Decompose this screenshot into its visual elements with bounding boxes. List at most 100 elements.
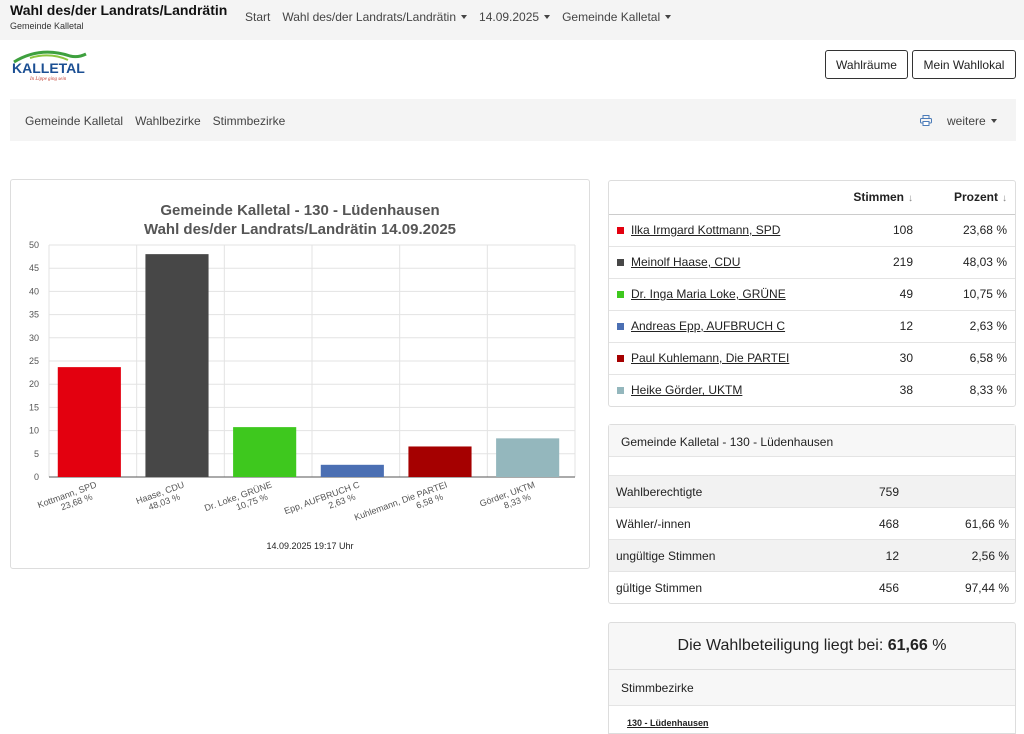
- party-color-swatch: [617, 291, 624, 298]
- col-prozent-label: Prozent: [953, 190, 998, 205]
- stats-title: Gemeinde Kalletal - 130 - Lüdenhausen: [609, 425, 1015, 457]
- x-tick-label: Kuhlemann, Die PARTEI6,58 %: [353, 479, 452, 531]
- swatch-cell: [609, 245, 631, 278]
- turnout-text: Die Wahlbeteiligung liegt bei:: [677, 637, 884, 654]
- candidate-link[interactable]: Paul Kuhlemann, Die PARTEI: [631, 351, 789, 365]
- party-color-swatch: [617, 227, 624, 234]
- votes-cell: 30: [811, 341, 921, 374]
- nav-date-dropdown[interactable]: 14.09.2025: [479, 10, 551, 24]
- nav-municipality-label: Gemeinde Kalletal: [562, 10, 661, 24]
- stats-row: Wahlberechtigte 759: [609, 475, 1015, 507]
- nav-election-dropdown[interactable]: Wahl des/der Landrats/Landrätin: [282, 10, 468, 24]
- printer-icon[interactable]: [920, 115, 932, 126]
- swatch-cell: [609, 341, 631, 374]
- pct-cell: 2,63 %: [921, 309, 1015, 342]
- results-table: Stimmen ↓ Prozent ↓ Ilka Irmgard Kottmann,…: [609, 181, 1015, 406]
- pct-cell: 10,75 %: [921, 277, 1015, 310]
- candidate-link[interactable]: Andreas Epp, AUFBRUCH C: [631, 319, 785, 333]
- votes-cell: 219: [811, 245, 921, 278]
- pct-cell: 8,33 %: [921, 373, 1015, 406]
- y-tick-label: 0: [34, 472, 39, 482]
- results-table-card: Stimmen ↓ Prozent ↓ Ilka Irmgard Kottmann,…: [608, 180, 1016, 407]
- turnout-value: 61,66: [887, 637, 928, 654]
- stats-pct: 97,44 %: [964, 580, 1009, 595]
- top-bar: Wahl des/der Landrats/Landrätin Gemeinde…: [0, 0, 1024, 40]
- table-row: Heike Görder, UKTM 38 8,33 %: [609, 373, 1015, 406]
- bar: [57, 367, 121, 477]
- table-row: Dr. Inga Maria Loke, GRÜNE 49 10,75 %: [609, 277, 1015, 310]
- votes-cell: 49: [811, 277, 921, 310]
- wahlraeume-button[interactable]: Wahlräume: [825, 50, 908, 79]
- weitere-label: weitere: [947, 114, 986, 128]
- stats-value: 12: [885, 548, 899, 563]
- bar: [320, 464, 384, 477]
- pct-cell: 23,68 %: [921, 213, 1015, 246]
- pct-cell: 48,03 %: [921, 245, 1015, 278]
- table-row: Meinolf Haase, CDU 219 48,03 %: [609, 245, 1015, 278]
- nav-start-label: Start: [245, 10, 271, 24]
- chart-title: Gemeinde Kalletal - 130 - Lüdenhausen: [160, 202, 439, 219]
- pct-cell: 6,58 %: [921, 341, 1015, 374]
- col-stimmen[interactable]: Stimmen ↓: [811, 181, 921, 215]
- table-row: Paul Kuhlemann, Die PARTEI 30 6,58 %: [609, 341, 1015, 374]
- stimmbezirk-link[interactable]: 130 - Lüdenhausen: [627, 718, 709, 728]
- y-tick-label: 40: [29, 286, 39, 296]
- col-prozent[interactable]: Prozent ↓: [921, 181, 1015, 215]
- top-nav: Start Wahl des/der Landrats/Landrätin 14…: [245, 10, 683, 24]
- nav-municipality-dropdown[interactable]: Gemeinde Kalletal: [562, 10, 672, 24]
- bar: [408, 446, 472, 477]
- sort-arrow-icon: ↓: [1002, 193, 1007, 205]
- y-tick-label: 50: [29, 240, 39, 250]
- stats-value: 468: [878, 516, 899, 531]
- bar: [233, 427, 297, 477]
- candidate-cell: Andreas Epp, AUFBRUCH C: [631, 309, 811, 342]
- party-color-swatch: [617, 259, 624, 266]
- candidate-link[interactable]: Meinolf Haase, CDU: [631, 255, 740, 269]
- subnav-link-gemeinde[interactable]: Gemeinde Kalletal: [25, 114, 123, 128]
- candidate-link[interactable]: Ilka Irmgard Kottmann, SPD: [631, 223, 780, 237]
- y-tick-label: 20: [29, 379, 39, 389]
- stats-pct: 61,66 %: [964, 516, 1009, 531]
- chart-subtitle: Wahl des/der Landrats/Landrätin 14.09.20…: [144, 221, 456, 238]
- candidate-link[interactable]: Heike Görder, UKTM: [631, 383, 742, 397]
- party-color-swatch: [617, 323, 624, 330]
- caret-down-icon: [461, 15, 468, 19]
- app-subtitle: Gemeinde Kalletal: [10, 21, 84, 31]
- stats-value: 759: [878, 484, 899, 499]
- caret-down-icon: [665, 15, 672, 19]
- mein-wahllokal-button[interactable]: Mein Wahllokal: [912, 50, 1016, 79]
- app-title: Wahl des/der Landrats/Landrätin: [10, 2, 228, 18]
- x-tick-label: Dr. Loke, GRÜNE10,75 %: [203, 479, 277, 522]
- col-stimmen-label: Stimmen: [853, 190, 904, 205]
- swatch-cell: [609, 213, 631, 246]
- stats-label: ungültige Stimmen: [616, 548, 716, 563]
- logo-tagline: In Lippe ging sein: [29, 77, 67, 82]
- x-tick-label: Haase, CDU48,03 %: [135, 479, 189, 515]
- subnav-link-stimmbezirke[interactable]: Stimmbezirke: [213, 114, 286, 128]
- chart-footer: 14.09.2025 19:17 Uhr: [266, 541, 353, 551]
- votes-cell: 12: [811, 309, 921, 342]
- candidate-cell: Dr. Inga Maria Loke, GRÜNE: [631, 277, 811, 310]
- stats-value: 456: [878, 580, 899, 595]
- party-color-swatch: [617, 387, 624, 395]
- stimmbezirke-title: Stimmbezirke: [609, 670, 1015, 706]
- turnout-box: Die Wahlbeteiligung liegt bei: 61,66 %: [608, 622, 1016, 670]
- logo-text: KALLETAL: [12, 60, 85, 76]
- kalletal-logo[interactable]: KALLETAL In Lippe ging sein: [10, 48, 90, 82]
- nav-election-label: Wahl des/der Landrats/Landrätin: [282, 10, 457, 24]
- weitere-dropdown[interactable]: weitere: [947, 114, 997, 128]
- nav-start[interactable]: Start: [245, 10, 270, 24]
- swatch-cell: [609, 373, 631, 406]
- y-tick-label: 10: [29, 426, 39, 436]
- nav-date-label: 14.09.2025: [479, 10, 540, 24]
- y-tick-label: 35: [29, 310, 39, 320]
- chart-card: Gemeinde Kalletal - 130 - Lüdenhausen Wah…: [10, 179, 590, 569]
- votes-cell: 108: [811, 213, 921, 246]
- stats-label: gültige Stimmen: [616, 580, 703, 595]
- candidate-link[interactable]: Dr. Inga Maria Loke, GRÜNE: [631, 287, 786, 301]
- subnav-link-wahlbezirke[interactable]: Wahlbezirke: [135, 114, 201, 128]
- x-tick-label: Epp, AUFBRUCH C2,63 %: [283, 479, 365, 525]
- caret-down-icon: [990, 119, 997, 123]
- candidate-cell: Meinolf Haase, CDU: [631, 245, 811, 278]
- stimmbezirke-card: Stimmbezirke 130 - Lüdenhausen: [608, 670, 1016, 734]
